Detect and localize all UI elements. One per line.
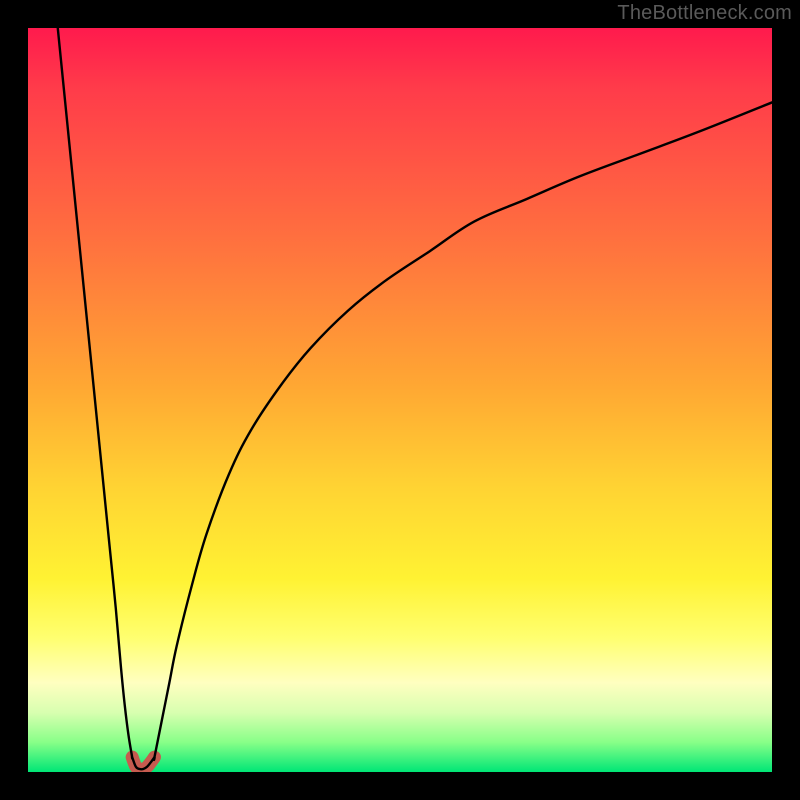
curve-layer [28,28,772,772]
watermark-text: TheBottleneck.com [617,2,792,25]
plot-area [28,28,772,772]
bottleneck-curve [58,28,772,769]
chart-frame: TheBottleneck.com [0,0,800,800]
